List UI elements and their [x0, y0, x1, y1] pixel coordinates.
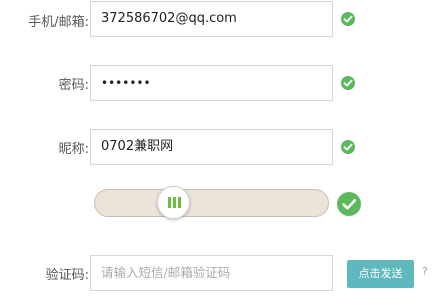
password-label: 密码: [58, 78, 89, 93]
slider-verify-handle[interactable] [157, 186, 190, 219]
password-input[interactable]: ••••••• [90, 65, 333, 101]
grip-bars-icon [168, 197, 171, 208]
password-valid-check-icon [341, 76, 355, 90]
slider-verify-track[interactable] [94, 189, 329, 217]
captcha-label: 验证码: [45, 268, 89, 283]
phone-email-valid-check-icon [341, 12, 355, 26]
send-code-button[interactable]: 点击发送 [347, 260, 414, 288]
edge-cutoff-text: ? [422, 265, 428, 278]
captcha-input[interactable]: 请输入短信/邮箱验证码 [90, 255, 333, 291]
nickname-label: 昵称: [58, 142, 89, 157]
registration-form: 手机/邮箱: 372586702@qq.com 密码: ••••••• 昵称: … [0, 0, 432, 305]
phone-email-label: 手机/邮箱: [28, 15, 89, 30]
nickname-input[interactable]: 0702兼职网 [90, 129, 333, 165]
nickname-valid-check-icon [341, 140, 355, 154]
slider-verified-check-icon [337, 192, 361, 216]
phone-email-input[interactable]: 372586702@qq.com [90, 1, 333, 37]
